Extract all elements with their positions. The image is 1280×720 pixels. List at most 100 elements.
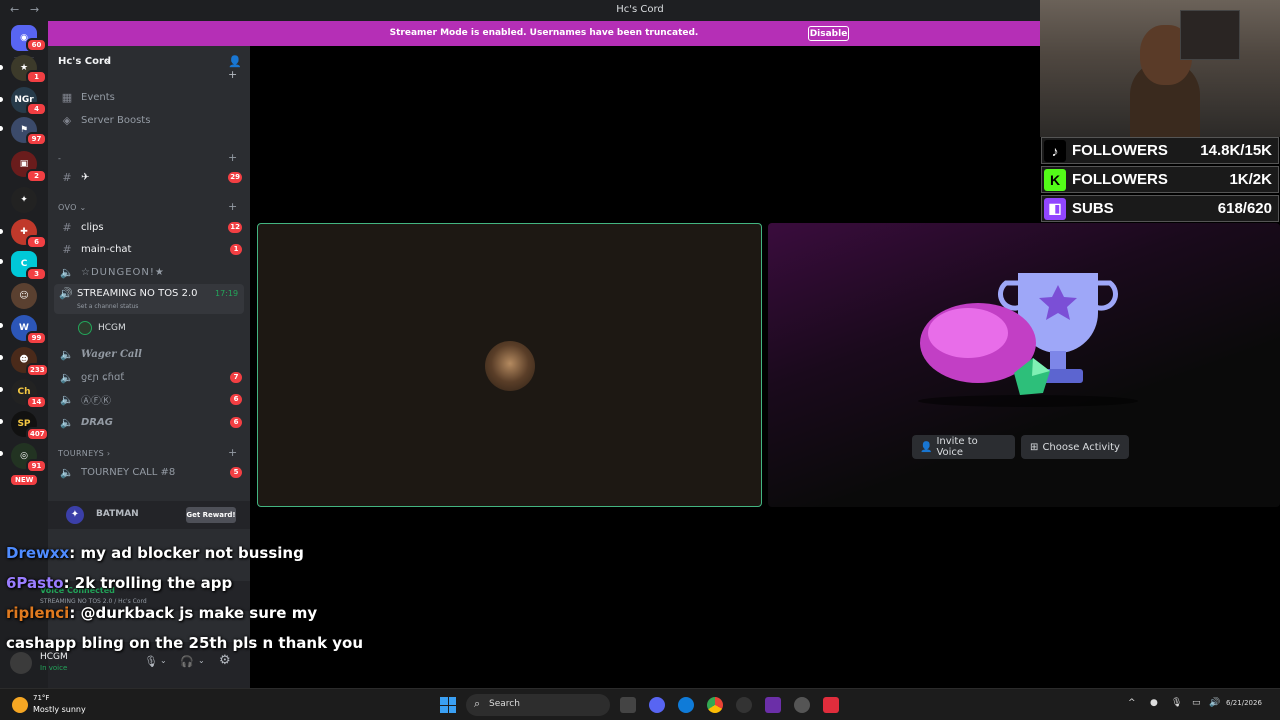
chat-message: riplenci: @durkback js make sure my: [6, 604, 318, 622]
server-icon[interactable]: ✦: [11, 187, 37, 213]
speaker-icon: 🔈: [60, 415, 74, 429]
streamer-mode-banner: Streamer Mode is enabled. Usernames have…: [48, 21, 1040, 46]
server-icon[interactable]: ☺: [11, 283, 37, 309]
server-badge: 4: [26, 102, 47, 116]
speaker-icon: 🔈: [60, 465, 74, 479]
tiktok-live-icon[interactable]: [823, 697, 839, 713]
hashtag-icon: #: [62, 170, 72, 184]
twitch-subs-goal: ◧ SUBS 618/620: [1041, 195, 1279, 222]
add-channel-icon[interactable]: +: [228, 200, 237, 213]
category-header[interactable]: -: [58, 154, 61, 163]
server-header[interactable]: Hc's Cord ⌄ 👤+: [48, 46, 250, 81]
voice-channel-afk[interactable]: 🔈 ⒶⒻⓀ 6: [54, 389, 244, 409]
add-user-icon: 👤: [920, 441, 933, 453]
chrome-icon[interactable]: [707, 697, 723, 713]
avatar[interactable]: [10, 652, 32, 674]
tiktok-followers-goal: ♪ FOLLOWERS 14.8K/15K: [1041, 137, 1279, 164]
channel-status[interactable]: Set a channel status: [77, 303, 138, 310]
speaker-icon: 🔈: [60, 347, 74, 361]
server-badge: 2: [26, 169, 47, 183]
speaker-icon: 🔈: [60, 265, 74, 279]
activity-tile: 👤 Invite to Voice ⊞ Choose Activity: [768, 223, 1280, 507]
discord-icon[interactable]: [649, 697, 665, 713]
voice-channel-drag[interactable]: 🔈 DRAG 6: [54, 412, 244, 432]
server-badge: 233: [26, 363, 49, 377]
tray-icon[interactable]: ●: [1150, 698, 1158, 708]
server-badge: 14: [26, 395, 47, 409]
voice-channel-dungeon[interactable]: 🔈 ☆DUNGEON!★: [54, 262, 244, 282]
speaker-icon: 🔊: [59, 287, 73, 300]
voice-user[interactable]: HCGM: [78, 318, 238, 338]
participant-tile[interactable]: [257, 223, 762, 507]
server-boosts-item[interactable]: ◈ Server Boosts: [54, 110, 244, 130]
voice-channel-gen-chat[interactable]: 🔈 ƍɛɲ ɕɦɑƭ 7: [54, 367, 244, 387]
invite-people-icon[interactable]: 👤+: [228, 55, 250, 81]
server-badge: 1: [26, 70, 47, 84]
events-item[interactable]: ▦ Events: [54, 87, 244, 107]
chat-message-continued: cashapp bling on the 25th pls n thank yo…: [6, 634, 364, 652]
chat-message: 6Pasto: 2k trolling the app: [6, 574, 233, 592]
disable-button[interactable]: Disable: [808, 26, 849, 41]
home-badge: 60: [26, 38, 47, 52]
hashtag-icon: #: [62, 242, 72, 256]
chevron-down-icon[interactable]: ⌄: [198, 656, 205, 665]
rocket-icon: ⊞: [1030, 441, 1039, 453]
invite-to-voice-button[interactable]: 👤 Invite to Voice: [912, 435, 1015, 459]
tiktok-icon: ♪: [1044, 139, 1066, 162]
headphones-icon[interactable]: 🎧: [180, 655, 194, 668]
chevron-up-icon[interactable]: ^: [1128, 698, 1136, 708]
get-reward-button[interactable]: Get Reward!: [186, 507, 236, 523]
weather-icon[interactable]: [12, 697, 28, 713]
voice-channel-streaming[interactable]: 🔊 STREAMING NO TOS 2.0 17:19 Set a chann…: [54, 284, 244, 314]
microphone-icon[interactable]: 🎙: [1171, 698, 1182, 708]
kick-icon: K: [1044, 168, 1066, 191]
calendar-icon: ▦: [61, 90, 73, 104]
volume-icon[interactable]: 🔊: [1209, 698, 1220, 708]
media-player-icon[interactable]: [736, 697, 752, 713]
windows-start-icon[interactable]: [440, 697, 456, 713]
choose-activity-button[interactable]: ⊞ Choose Activity: [1021, 435, 1129, 459]
wall-poster: [1180, 10, 1240, 60]
new-badge: NEW: [9, 473, 40, 487]
search-icon: ⌕: [474, 697, 481, 710]
task-view-icon[interactable]: [620, 697, 636, 713]
add-channel-icon[interactable]: +: [228, 446, 237, 459]
speaker-icon: 🔈: [60, 392, 74, 406]
microphone-icon[interactable]: 🎙: [144, 655, 158, 668]
banner-text: Streamer Mode is enabled. Usernames have…: [389, 28, 699, 38]
add-channel-icon[interactable]: +: [228, 151, 237, 164]
chevron-down-icon: ⌄: [104, 55, 112, 65]
avatar: [485, 341, 535, 391]
monitor-icon[interactable]: ▭: [1192, 698, 1201, 708]
channel-clips[interactable]: # clips 12: [54, 217, 244, 237]
voice-channel-wager[interactable]: 🔈 Wager Call: [54, 344, 244, 364]
category-ovo[interactable]: OVO ⌄: [58, 203, 87, 212]
category-tourneys[interactable]: TOURNEYS ›: [58, 449, 110, 458]
kick-followers-goal: K FOLLOWERS 1K/2K: [1041, 166, 1279, 193]
webcam-overlay: [1040, 0, 1280, 137]
hashtag-icon: #: [62, 220, 72, 234]
taskbar: 71°F Mostly sunny ⌕ Search ^ ● 🎙 ▭ 🔊 6/2…: [0, 688, 1280, 720]
edge-icon[interactable]: [678, 697, 694, 713]
voice-channel-tourney[interactable]: 🔈 TOURNEY CALL #8 5: [54, 462, 244, 482]
server-badge: 6: [26, 235, 47, 249]
server-badge: 407: [26, 427, 49, 441]
speaker-icon: 🔈: [60, 370, 74, 384]
obs-icon[interactable]: [794, 697, 810, 713]
server-badge: 3: [26, 267, 47, 281]
channel-plane[interactable]: # ✈ 29: [54, 167, 244, 187]
boost-icon: ◈: [62, 113, 72, 127]
gear-icon[interactable]: ⚙: [219, 653, 231, 668]
server-badge: 91: [26, 459, 47, 473]
reward-banner: ✦ BATMAN Get Reward!: [48, 501, 250, 529]
chevron-down-icon[interactable]: ⌄: [160, 656, 167, 665]
channel-main-chat[interactable]: # main-chat 1: [54, 239, 244, 259]
avatar: [78, 321, 92, 335]
trophy-illustration: [918, 273, 1138, 407]
server-badge: 99: [26, 331, 47, 345]
orb-icon: ✦: [66, 506, 84, 524]
twitch-icon: ◧: [1044, 197, 1066, 220]
twitch-app-icon[interactable]: [765, 697, 781, 713]
taskbar-search[interactable]: ⌕ Search: [466, 694, 610, 716]
chat-message: Drewxx: my ad blocker not bussing: [6, 544, 304, 562]
